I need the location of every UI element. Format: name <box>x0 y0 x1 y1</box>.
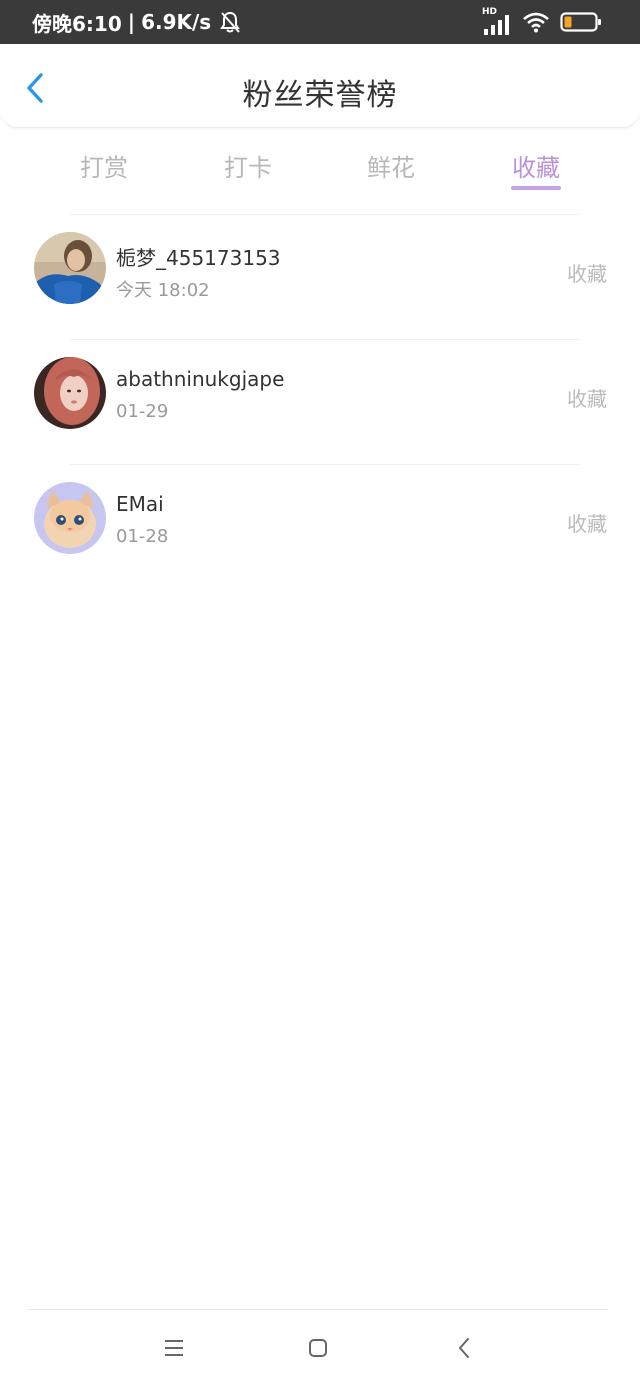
status-separator: | <box>127 10 136 34</box>
tab-reward[interactable]: 打赏 <box>49 138 159 194</box>
fan-name: abathninukgjape <box>116 367 285 391</box>
bell-off-icon <box>219 10 241 34</box>
fan-action: 收藏 <box>567 387 607 411</box>
page-title: 粉丝荣誉榜 <box>242 78 398 113</box>
tab-label: 打赏 <box>80 154 128 182</box>
avatar[interactable] <box>34 357 106 429</box>
fan-time: 今天 18:02 <box>116 280 210 301</box>
system-nav-bar <box>0 1309 640 1387</box>
network-speed: 6.9K/s <box>141 10 212 34</box>
fan-action: 收藏 <box>567 512 607 536</box>
tab-checkin[interactable]: 打卡 <box>193 138 303 194</box>
tab-label: 鲜花 <box>367 154 415 182</box>
battery-icon <box>560 11 602 33</box>
avatar[interactable] <box>34 482 106 554</box>
fan-time: 01-28 <box>116 526 169 547</box>
chevron-left-icon <box>25 72 45 104</box>
list-item[interactable]: abathninukgjape 01-29 收藏 <box>0 339 640 463</box>
tab-bar: 打赏 打卡 鲜花 收藏 <box>0 138 640 198</box>
tab-flowers[interactable]: 鲜花 <box>336 138 446 194</box>
avatar[interactable] <box>34 232 106 304</box>
back-triangle-icon[interactable] <box>444 1333 484 1363</box>
fan-action: 收藏 <box>567 262 607 286</box>
tab-label: 收藏 <box>512 154 560 182</box>
fan-name: EMai <box>116 492 164 516</box>
status-bar: 傍晚6:10 | 6.9K/s HD <box>0 0 640 44</box>
tab-label: 打卡 <box>224 154 272 182</box>
fan-time: 01-29 <box>116 401 169 422</box>
home-square-icon[interactable] <box>298 1333 338 1363</box>
status-time: 傍晚6:10 <box>32 11 122 36</box>
status-right: HD <box>482 0 602 44</box>
page-header: 粉丝荣誉榜 <box>0 44 640 128</box>
signal-badge: HD <box>482 7 498 17</box>
wifi-icon <box>522 11 550 33</box>
list-item[interactable]: 栀梦_455173153 今天 18:02 收藏 <box>0 214 640 338</box>
list-item[interactable]: EMai 01-28 收藏 <box>0 464 640 588</box>
fan-name: 栀梦_455173153 <box>116 246 281 270</box>
nav-divider <box>28 1309 608 1310</box>
menu-icon[interactable] <box>154 1333 194 1363</box>
status-left: 傍晚6:10 | 6.9K/s <box>32 0 241 44</box>
hd-signal-icon: HD <box>482 7 512 35</box>
back-button[interactable] <box>18 70 52 106</box>
tab-active-indicator <box>511 186 561 190</box>
